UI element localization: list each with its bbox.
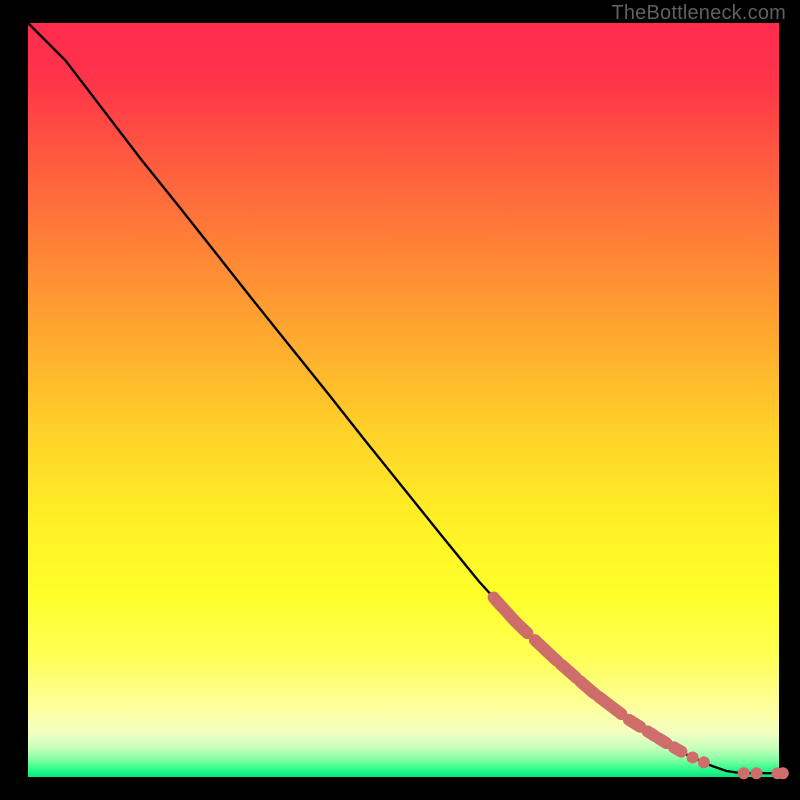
highlight-segment: [494, 598, 528, 634]
highlight-dots: [687, 752, 789, 780]
highlight-dot: [738, 767, 750, 779]
highlight-segment: [674, 747, 682, 751]
highlight-dot: [777, 767, 789, 779]
highlight-segments: [494, 598, 682, 752]
highlight-segment: [580, 681, 595, 694]
curve-layer: [0, 0, 800, 800]
highlight-dot: [698, 756, 710, 768]
highlight-dot: [751, 767, 763, 779]
bottleneck-curve: [28, 23, 779, 773]
highlight-segment: [659, 738, 667, 743]
highlight-dot: [687, 752, 699, 764]
highlight-segment: [535, 640, 558, 661]
highlight-segment: [629, 720, 640, 727]
highlight-segment: [599, 697, 622, 714]
attribution-text: TheBottleneck.com: [611, 2, 786, 25]
chart-root: { "attribution": "TheBottleneck.com", "p…: [0, 0, 800, 800]
highlight-segment: [561, 665, 576, 678]
